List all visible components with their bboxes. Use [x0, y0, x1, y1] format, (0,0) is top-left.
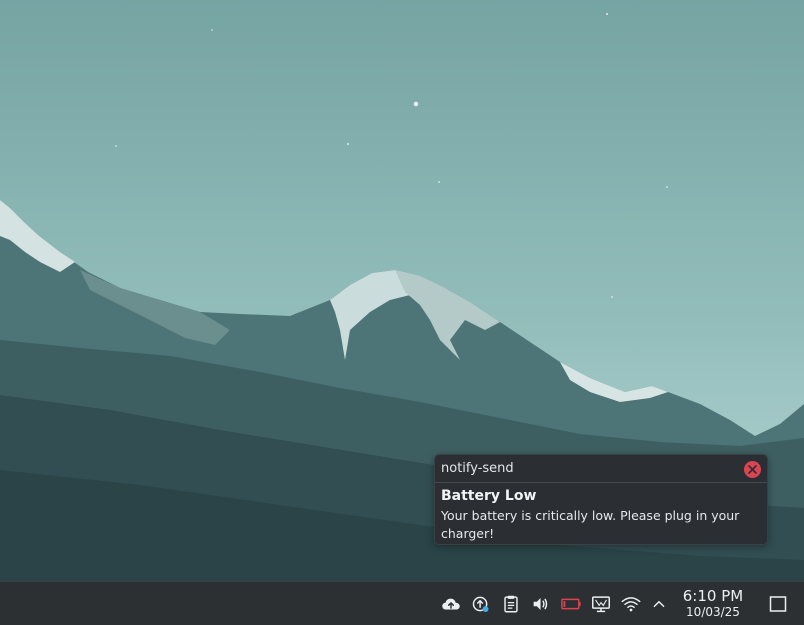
close-icon[interactable]: [744, 461, 761, 478]
battery-low-glyph: [561, 598, 581, 610]
display-glyph: [592, 596, 610, 613]
chevron-up-glyph: [653, 600, 665, 608]
cloud-upload-glyph: [442, 598, 460, 610]
notification-title: Battery Low: [441, 488, 537, 504]
chevron-up-icon[interactable]: [647, 592, 671, 616]
update-glyph: [472, 596, 489, 612]
volume-icon[interactable]: [529, 592, 553, 616]
show-desktop-icon[interactable]: [764, 592, 792, 616]
digital-clock[interactable]: 6:10 PM 10/03/25: [676, 587, 750, 619]
clipboard-glyph: [504, 595, 518, 613]
clock-date: 10/03/25: [686, 605, 740, 619]
notification-popup: notify-send Battery Low Your battery is …: [434, 454, 768, 545]
clock-time: 6:10 PM: [682, 587, 744, 605]
update-icon[interactable]: [469, 592, 493, 616]
volume-glyph: [533, 598, 548, 610]
close-icon-glyph: [748, 465, 757, 474]
wifi-glyph: [621, 597, 641, 612]
wifi-icon[interactable]: [619, 592, 643, 616]
cloud-upload-icon[interactable]: [439, 592, 463, 616]
show-desktop-glyph: [769, 596, 787, 612]
clipboard-icon[interactable]: [499, 592, 523, 616]
notification-app-name: notify-send: [441, 461, 514, 476]
battery-low-icon[interactable]: [559, 592, 583, 616]
notification-body: Your battery is critically low. Please p…: [441, 508, 740, 541]
taskbar-panel: 6:10 PM 10/03/25: [0, 581, 804, 625]
notification-header: notify-send: [435, 455, 767, 483]
display-icon[interactable]: [589, 592, 613, 616]
